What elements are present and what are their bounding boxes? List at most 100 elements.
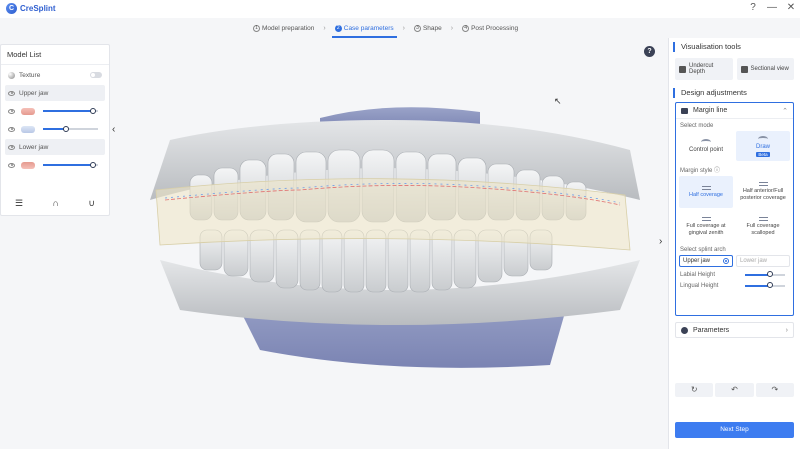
margin-style-label: Margin style ⓘ bbox=[680, 165, 789, 174]
step-separator: › bbox=[450, 24, 454, 32]
minimize-button[interactable]: — bbox=[767, 2, 777, 13]
eye-icon[interactable] bbox=[8, 126, 15, 132]
labial-height-slider[interactable] bbox=[745, 271, 785, 277]
help-button[interactable]: ? bbox=[748, 2, 758, 13]
upper-view-icon[interactable]: ∩ bbox=[53, 198, 59, 209]
margin-line-panel: Margin line ⌃ Select mode Control point … bbox=[675, 102, 794, 316]
sectional-view-button[interactable]: Sectional view bbox=[736, 58, 794, 80]
workflow-steps: 1 Model preparation › 2 Case parameters … bbox=[250, 20, 521, 38]
model-list-panel: Model List Texture Upper jaw Lower jaw ☰… bbox=[0, 44, 110, 216]
step-model-preparation[interactable]: 1 Model preparation bbox=[250, 20, 317, 36]
eye-icon[interactable] bbox=[8, 90, 15, 96]
step-case-parameters[interactable]: 2 Case parameters bbox=[331, 20, 397, 38]
upper-jaw-option[interactable]: Upper jaw bbox=[679, 255, 733, 267]
texture-label: Texture bbox=[19, 71, 41, 79]
step-number: 1 bbox=[253, 24, 260, 32]
visualisation-buttons: Undercut Depth Sectional view bbox=[675, 58, 794, 80]
lingual-height-slider[interactable] bbox=[745, 282, 785, 288]
texture-icon bbox=[8, 71, 15, 79]
sectional-icon bbox=[740, 65, 748, 73]
step-label: Post Processing bbox=[471, 24, 519, 32]
margin-line-icon bbox=[681, 107, 688, 114]
opacity-slider[interactable] bbox=[43, 107, 98, 114]
chevron-up-icon[interactable]: ⌃ bbox=[782, 107, 788, 115]
mode-options: Control point Draw Beta bbox=[679, 131, 790, 161]
select-arch-label: Select splint arch bbox=[680, 247, 726, 253]
labial-height-row: Labial Height bbox=[680, 269, 789, 280]
eye-icon[interactable] bbox=[8, 162, 15, 168]
upper-jaw-thumbnail bbox=[21, 107, 35, 115]
step-separator: › bbox=[402, 24, 405, 32]
opacity-slider[interactable] bbox=[43, 125, 98, 132]
lingual-height-label: Lingual Height bbox=[680, 282, 719, 289]
lower-view-icon[interactable]: ∪ bbox=[88, 198, 95, 209]
occlusion-view-icon[interactable]: ☰ bbox=[15, 198, 23, 209]
undercut-depth-button[interactable]: Undercut Depth bbox=[675, 58, 733, 80]
slider-knob[interactable] bbox=[766, 271, 773, 277]
upper-model-row-1 bbox=[5, 103, 105, 119]
upper-jaw-text: Upper jaw bbox=[683, 258, 711, 264]
select-mode-label: Select mode bbox=[680, 123, 714, 129]
texture-toggle[interactable] bbox=[90, 72, 102, 78]
upper-jaw-group[interactable]: Upper jaw bbox=[5, 85, 105, 101]
step-number: 4 bbox=[462, 24, 470, 32]
draw-icon bbox=[758, 135, 768, 142]
design-title: Design adjustments bbox=[673, 88, 796, 98]
half-anterior-option[interactable]: Half anterior/Full posterior coverage bbox=[736, 176, 790, 208]
style-icon bbox=[701, 217, 711, 221]
full-coverage-scalloped-option[interactable]: Full coverage scalloped bbox=[736, 211, 790, 243]
margin-line-header[interactable]: Margin line ⌃ bbox=[676, 103, 793, 119]
next-step-button[interactable]: Next Step bbox=[675, 422, 794, 438]
step-shape[interactable]: 3 Shape bbox=[411, 20, 445, 36]
step-label: Shape bbox=[422, 24, 442, 32]
step-number: 3 bbox=[413, 24, 421, 32]
parameters-label: Parameters bbox=[693, 326, 730, 334]
margin-style-options: Half coverage Half anterior/Full posteri… bbox=[679, 176, 790, 243]
info-icon[interactable]: ⓘ bbox=[714, 168, 720, 174]
lingual-height-row: Lingual Height bbox=[680, 280, 789, 291]
draw-option[interactable]: Draw Beta bbox=[736, 131, 790, 161]
slider-knob[interactable] bbox=[63, 125, 70, 132]
close-button[interactable]: ✕ bbox=[786, 2, 796, 13]
style-icon bbox=[701, 185, 711, 190]
style-icon bbox=[758, 182, 768, 186]
lower-jaw-group[interactable]: Lower jaw bbox=[5, 139, 105, 155]
style-icon bbox=[758, 217, 768, 221]
slider-knob[interactable] bbox=[89, 107, 96, 114]
app-logo: C CreSplint bbox=[6, 3, 56, 14]
reset-button[interactable]: ↻ bbox=[675, 383, 714, 397]
lower-jaw-option[interactable]: Lower jaw bbox=[736, 255, 790, 267]
parameters-icon bbox=[681, 326, 688, 334]
parameters-section[interactable]: Parameters › bbox=[675, 322, 794, 338]
eye-icon[interactable] bbox=[8, 108, 15, 114]
step-post-processing[interactable]: 4 Post Processing bbox=[459, 20, 521, 36]
window-controls: ? — ✕ bbox=[748, 2, 796, 13]
radio-selected-icon bbox=[723, 258, 729, 264]
help-icon[interactable]: ? bbox=[644, 46, 655, 57]
control-point-option[interactable]: Control point bbox=[679, 131, 733, 161]
beta-badge: Beta bbox=[756, 151, 770, 157]
collapse-left-icon[interactable]: ‹ bbox=[112, 124, 115, 135]
model-list-title: Model List bbox=[1, 45, 109, 65]
labial-height-label: Labial Height bbox=[680, 271, 716, 278]
slider-knob[interactable] bbox=[766, 282, 773, 288]
app-title: CreSplint bbox=[20, 4, 56, 13]
margin-style-text: Margin style bbox=[680, 168, 713, 174]
sectional-label: Sectional view bbox=[750, 66, 789, 72]
right-panel: Visualisation tools Undercut Depth Secti… bbox=[668, 38, 800, 449]
texture-row: Texture bbox=[5, 67, 105, 83]
step-separator: › bbox=[323, 24, 326, 32]
slider-knob[interactable] bbox=[89, 161, 96, 168]
full-coverage-zenith-option[interactable]: Full coverage at gingival zenith bbox=[679, 211, 733, 243]
redo-button[interactable]: ↷ bbox=[755, 383, 794, 397]
title-bar: C CreSplint ? — ✕ bbox=[0, 0, 800, 18]
opacity-slider[interactable] bbox=[43, 161, 98, 168]
half-coverage-option[interactable]: Half coverage bbox=[679, 176, 733, 208]
lower-model-row-1 bbox=[5, 157, 105, 173]
visualisation-title: Visualisation tools bbox=[673, 42, 796, 52]
eye-icon[interactable] bbox=[8, 144, 15, 150]
3d-viewport[interactable] bbox=[120, 90, 660, 370]
undo-button[interactable]: ↶ bbox=[715, 383, 754, 397]
undercut-icon bbox=[679, 65, 686, 73]
arch-options: Upper jaw Lower jaw bbox=[679, 255, 790, 267]
